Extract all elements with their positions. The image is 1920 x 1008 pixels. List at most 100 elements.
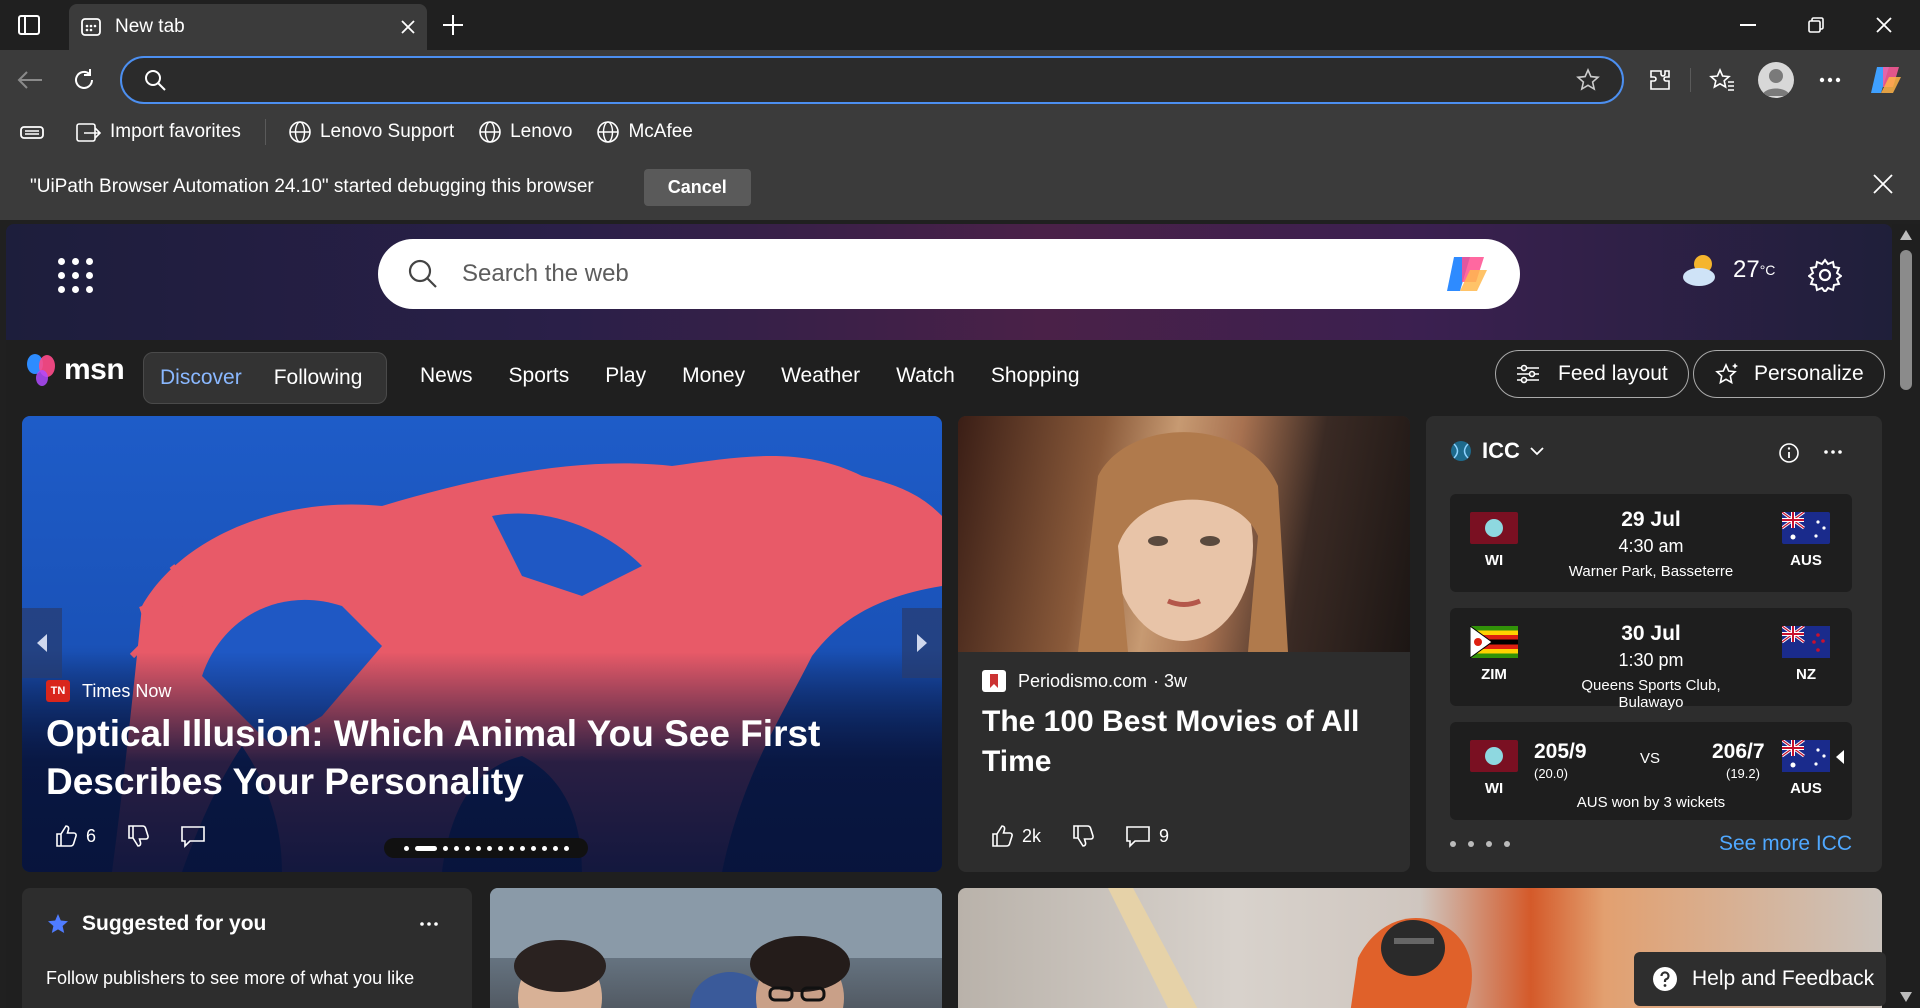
copilot-icon[interactable]	[1444, 254, 1490, 294]
scroll-down-icon[interactable]	[1900, 992, 1912, 1002]
scrollbar-thumb[interactable]	[1900, 250, 1912, 390]
minimize-button[interactable]	[1714, 0, 1782, 50]
article-source[interactable]: Periodismo.com · 3w	[982, 670, 1187, 692]
info-icon[interactable]	[1778, 442, 1800, 464]
nav-money[interactable]: Money	[682, 364, 745, 388]
home-overs: (20.0)	[1534, 766, 1568, 781]
settings-more-button[interactable]	[1812, 62, 1848, 98]
tab-title: New tab	[115, 16, 185, 37]
add-favorite-star-icon[interactable]	[1576, 68, 1600, 92]
hero-headline[interactable]: Optical Illusion: Which Animal You See F…	[46, 710, 886, 806]
favorite-import-favorites[interactable]: Import favorites	[76, 121, 241, 143]
periodismo-logo	[982, 670, 1006, 692]
tab-discover[interactable]: Discover	[144, 366, 258, 390]
apps-launcher-button[interactable]	[56, 256, 96, 296]
close-window-button[interactable]	[1850, 0, 1918, 50]
copilot-icon	[1869, 65, 1903, 95]
back-arrow-icon	[17, 70, 43, 90]
nav-watch[interactable]: Watch	[896, 364, 955, 388]
new-zealand-flag-icon	[1781, 624, 1830, 658]
weather-widget[interactable]: 27 °C	[1681, 252, 1775, 288]
favorite-lenovo[interactable]: Lenovo	[478, 120, 572, 144]
team-home: WI	[1464, 512, 1524, 569]
help-label: Help and Feedback	[1692, 967, 1875, 990]
new-tab-button[interactable]	[436, 8, 470, 42]
dislike-button[interactable]	[1063, 824, 1095, 848]
carousel-prev-button[interactable]	[22, 608, 62, 678]
tab-strip: New tab	[0, 0, 1920, 50]
globe-icon	[478, 120, 502, 144]
new-tab-page-icon	[81, 17, 101, 37]
icc-header[interactable]: ICC	[1450, 438, 1544, 464]
like-count: 6	[86, 825, 97, 846]
match-date: 29 Jul	[1621, 508, 1681, 531]
address-input[interactable]	[182, 69, 1576, 91]
icc-pager[interactable]	[1450, 841, 1510, 847]
feed-layout-button[interactable]: Feed layout	[1495, 350, 1689, 398]
close-infobar-icon[interactable]	[1872, 173, 1894, 195]
match-result-card[interactable]: WI 205/9 (20.0) VS 206/7 (19.2) AUS won …	[1450, 722, 1852, 820]
comment-icon	[1125, 824, 1151, 848]
carousel-pager[interactable]	[384, 838, 588, 858]
favorite-lenovo-support[interactable]: Lenovo Support	[288, 120, 454, 144]
favorites-button[interactable]	[1704, 62, 1740, 98]
nav-news[interactable]: News	[420, 364, 473, 388]
article-headline[interactable]: The 100 Best Movies of All Time	[982, 702, 1382, 782]
star-badge-icon	[46, 912, 70, 936]
hero-reactions: 6	[46, 824, 228, 848]
msn-logo-text: msn	[64, 353, 125, 386]
nav-weather[interactable]: Weather	[781, 364, 860, 388]
extensions-button[interactable]	[1642, 62, 1678, 98]
tab-new-tab[interactable]: New tab	[69, 4, 427, 50]
refresh-button[interactable]	[66, 62, 102, 98]
globe-icon	[596, 120, 620, 144]
west-indies-flag-icon	[1470, 512, 1518, 544]
nav-play[interactable]: Play	[605, 364, 646, 388]
cancel-debugging-button[interactable]: Cancel	[643, 168, 751, 206]
collections-icon[interactable]	[20, 123, 44, 141]
more-options-icon[interactable]	[420, 922, 438, 926]
favorite-mcafee[interactable]: McAfee	[596, 120, 693, 144]
article-card-movies[interactable]: Periodismo.com · 3w The 100 Best Movies …	[958, 416, 1410, 872]
help-and-feedback-button[interactable]: Help and Feedback	[1634, 952, 1886, 1006]
article-source[interactable]: TN Times Now	[46, 680, 171, 702]
article-card-photo[interactable]	[490, 888, 942, 1008]
minimize-icon	[1740, 24, 1756, 26]
page-scrollbar[interactable]	[1892, 224, 1920, 1008]
scroll-up-icon[interactable]	[1900, 230, 1912, 240]
browser-toolbar	[0, 50, 1920, 110]
suggested-publishers-card: Suggested for you Follow publishers to s…	[22, 888, 472, 1008]
restore-button[interactable]	[1782, 0, 1850, 50]
profile-avatar[interactable]	[1758, 62, 1794, 98]
nav-shopping[interactable]: Shopping	[991, 364, 1080, 388]
like-count: 2k	[1022, 825, 1042, 846]
close-tab-icon[interactable]	[401, 20, 415, 34]
web-search-box[interactable]: Search the web	[378, 239, 1520, 309]
team-code: NZ	[1796, 666, 1816, 683]
see-more-icc-link[interactable]: See more ICC	[1719, 832, 1852, 856]
thumbs-up-icon	[990, 824, 1014, 848]
back-button[interactable]	[12, 62, 48, 98]
page-settings-gear-icon[interactable]	[1808, 258, 1842, 292]
comment-button[interactable]: 9	[1117, 824, 1169, 848]
personalize-button[interactable]: Personalize	[1693, 350, 1885, 398]
msn-logo[interactable]: msn	[24, 352, 125, 388]
nav-sports[interactable]: Sports	[509, 364, 570, 388]
comment-button[interactable]	[172, 824, 206, 848]
copilot-button[interactable]	[1868, 62, 1904, 98]
address-bar[interactable]	[120, 56, 1624, 104]
tab-actions-menu-button[interactable]	[14, 11, 44, 39]
tab-following[interactable]: Following	[258, 366, 379, 390]
toolbar-divider	[1690, 68, 1691, 92]
match-result-text: AUS won by 3 wickets	[1576, 794, 1726, 811]
away-score: 206/7	[1712, 740, 1765, 763]
dislike-button[interactable]	[118, 824, 150, 848]
match-card[interactable]: ZIM 30 Jul 1:30 pm Queens Sports Club, B…	[1450, 608, 1852, 711]
like-button[interactable]: 2k	[982, 824, 1041, 848]
infobar-message: "UiPath Browser Automation 24.10" starte…	[30, 176, 594, 197]
hero-article-card[interactable]: TN Times Now Optical Illusion: Which Ani…	[22, 416, 942, 872]
like-button[interactable]: 6	[46, 824, 96, 848]
match-card[interactable]: WI 29 Jul 4:30 am Warner Park, Basseterr…	[1450, 494, 1852, 592]
more-options-icon[interactable]	[1824, 450, 1842, 454]
carousel-next-button[interactable]	[902, 608, 942, 678]
